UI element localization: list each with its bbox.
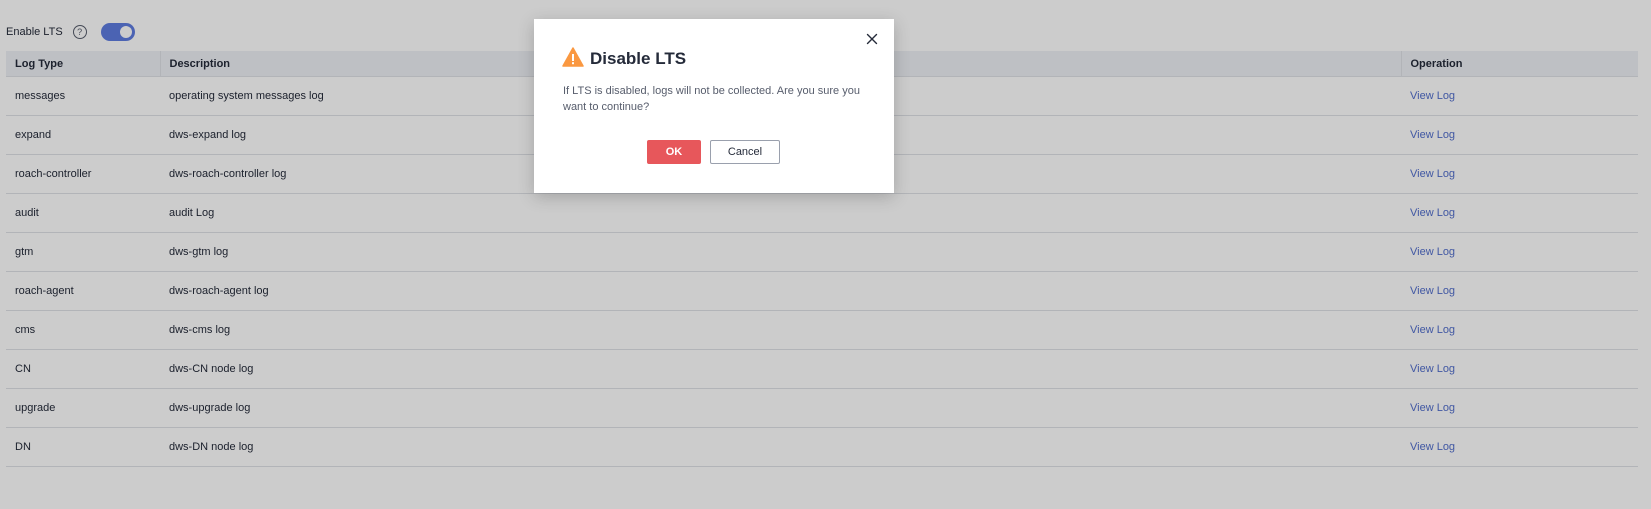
dialog-message: If LTS is disabled, logs will not be col… (563, 85, 860, 113)
ok-button[interactable]: OK (647, 140, 701, 164)
cancel-button[interactable]: Cancel (710, 140, 780, 164)
dialog-header: Disable LTS (562, 47, 686, 70)
close-icon[interactable] (864, 31, 880, 47)
disable-lts-dialog: Disable LTS If LTS is disabled, logs wil… (534, 19, 894, 193)
warning-triangle-icon (562, 47, 584, 70)
dialog-footer: OK Cancel (647, 140, 780, 164)
dialog-title: Disable LTS (590, 48, 687, 68)
